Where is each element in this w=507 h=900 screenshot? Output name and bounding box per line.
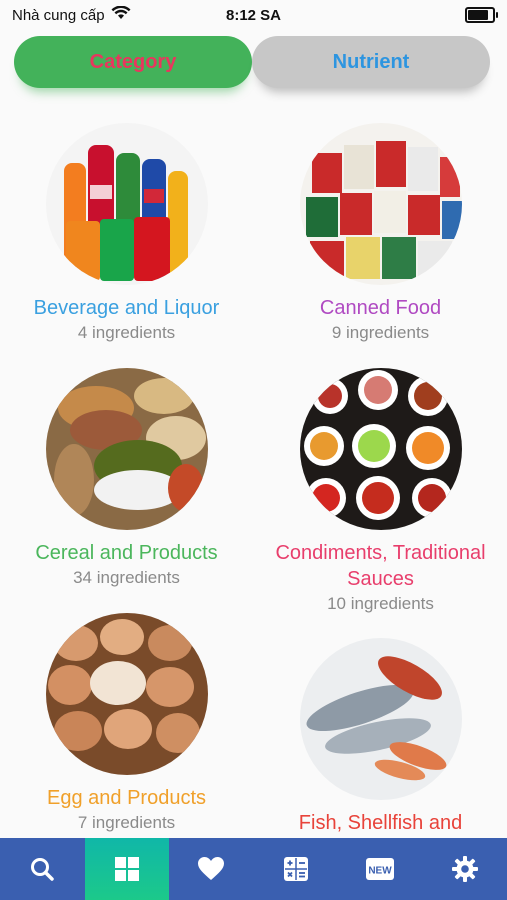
nav-search[interactable] (0, 838, 85, 900)
carrier-label: Nhà cung cấp (12, 6, 105, 24)
category-name: Beverage and Liquor (33, 297, 220, 319)
bottom-nav: NEW (0, 838, 507, 900)
nav-category[interactable] (84, 838, 169, 900)
status-left: Nhà cung cấp (12, 5, 131, 24)
wifi-icon (111, 5, 131, 24)
status-bar: Nhà cung cấp 8:12 SA (0, 0, 507, 30)
calculator-icon (283, 856, 309, 882)
category-name: Egg and Products (47, 787, 206, 809)
category-count: 10 ingredients (327, 594, 434, 613)
tab-nutrient[interactable]: Nutrient (252, 36, 490, 88)
tab-category-label: Category (89, 50, 177, 73)
category-grid-icon (113, 855, 141, 883)
nav-calculator[interactable] (254, 838, 339, 900)
category-card-cereal[interactable]: Cereal and Products 34 ingredients (0, 368, 253, 590)
battery-level (468, 10, 488, 20)
battery-icon (465, 7, 498, 23)
nav-favorites[interactable] (169, 838, 254, 900)
category-card-condiments[interactable]: Condiments, Traditional Sauces 10 ingred… (254, 368, 507, 616)
condiments-image (299, 368, 462, 530)
category-name: Fish, Shellfish and (298, 812, 463, 834)
category-grid: Beverage and Liquor 4 ingredients Canned… (0, 115, 507, 838)
fish-shellfish-image (299, 638, 462, 800)
heart-icon (197, 856, 225, 882)
category-name: Cereal and Products (35, 542, 218, 564)
category-card-fish-shellfish[interactable]: Fish, Shellfish and (254, 638, 507, 836)
category-card-egg[interactable]: Egg and Products 7 ingredients (0, 613, 253, 835)
canned-food-image (299, 123, 462, 285)
search-icon (29, 856, 55, 882)
category-card-canned-food[interactable]: Canned Food 9 ingredients (254, 123, 507, 345)
nav-settings[interactable] (423, 838, 507, 900)
category-count: 7 ingredients (77, 813, 176, 832)
category-card-beverage[interactable]: Beverage and Liquor 4 ingredients (0, 123, 253, 345)
egg-image (45, 613, 208, 775)
gear-icon (451, 855, 479, 883)
category-count: 34 ingredients (73, 568, 180, 587)
category-count: 9 ingredients (331, 323, 430, 342)
category-count: 4 ingredients (77, 323, 176, 342)
cereal-image (45, 368, 208, 530)
tab-category[interactable]: Category (14, 36, 252, 88)
new-badge-text: NEW (369, 866, 393, 877)
nav-new[interactable]: NEW (338, 838, 423, 900)
category-name: Canned Food (319, 297, 442, 319)
segmented-tabs: Category Nutrient (14, 36, 490, 88)
category-name: Condiments, Traditional Sauces (275, 542, 486, 590)
tab-nutrient-label: Nutrient (332, 50, 410, 73)
beverage-image (45, 123, 208, 285)
new-badge-icon: NEW (365, 857, 395, 881)
